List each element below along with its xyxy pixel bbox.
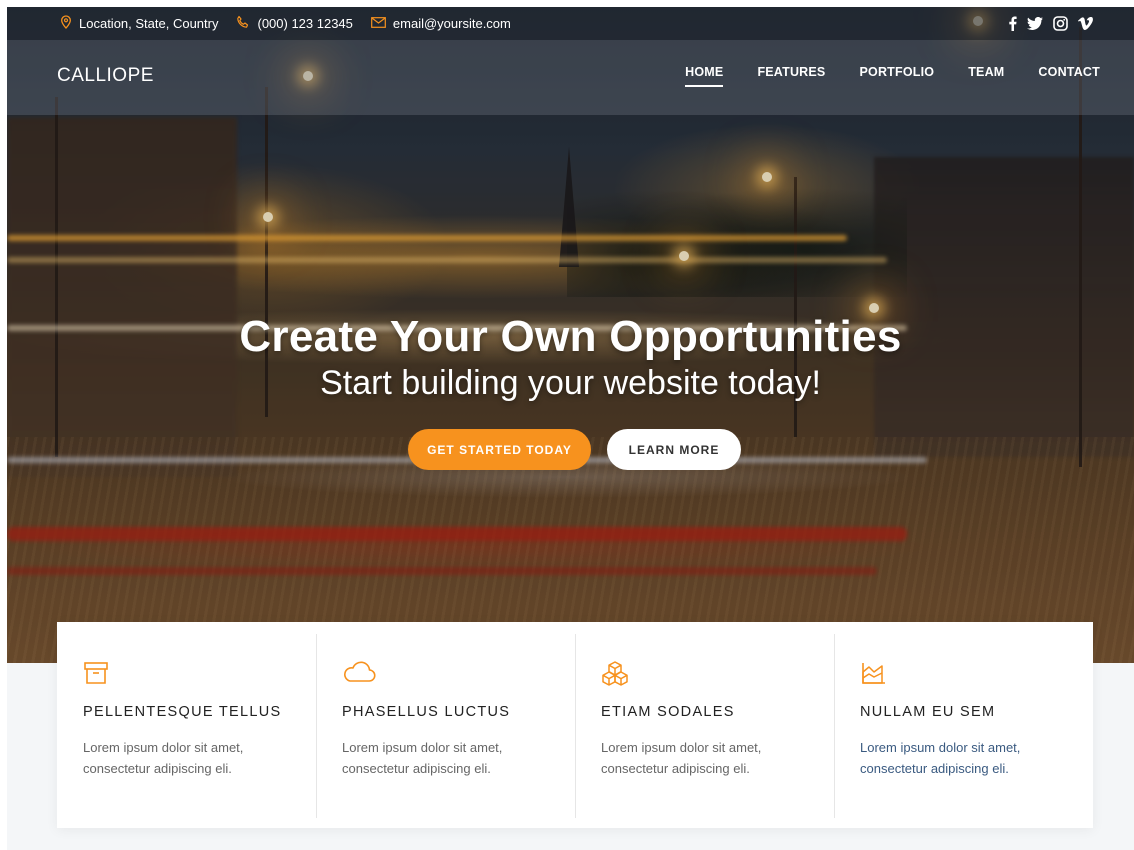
- nav-menu: HOME FEATURES PORTFOLIO TEAM CONTACT: [651, 65, 1100, 87]
- hero-headline: Create Your Own Opportunities: [239, 312, 902, 361]
- cubes-icon: [601, 660, 809, 694]
- nav-item-features[interactable]: FEATURES: [757, 65, 825, 87]
- phone-info[interactable]: (000) 123 12345: [236, 15, 353, 32]
- location-text: Location, State, Country: [79, 16, 219, 31]
- facebook-icon[interactable]: [1008, 16, 1017, 31]
- feature-card: ETIAM SODALES Lorem ipsum dolor sit amet…: [575, 622, 834, 828]
- feature-description-line: Lorem ipsum dolor sit amet,: [342, 740, 503, 755]
- feature-description-line: Lorem ipsum dolor sit amet,: [601, 740, 762, 755]
- feature-title: NULLAM EU SEM: [860, 704, 996, 720]
- feature-description: Lorem ipsum dolor sit amet, consectetur …: [601, 737, 809, 779]
- twitter-icon[interactable]: [1027, 17, 1043, 30]
- feature-description-line: Lorem ipsum dolor sit amet,: [83, 740, 244, 755]
- hero-subheadline: Start building your website today!: [320, 364, 821, 402]
- feature-description: Lorem ipsum dolor sit amet, consectetur …: [860, 737, 1068, 779]
- feature-description-line: Lorem ipsum dolor sit amet,: [860, 740, 1021, 755]
- page-frame: Location, State, Country (000) 123 12345…: [7, 7, 1134, 850]
- social-links: [1008, 7, 1093, 40]
- main-nav: CALLIOPE HOME FEATURES PORTFOLIO TEAM CO…: [7, 40, 1134, 115]
- email-info[interactable]: email@yoursite.com: [371, 16, 511, 31]
- feature-card: NULLAM EU SEM Lorem ipsum dolor sit amet…: [834, 622, 1093, 828]
- nav-item-portfolio[interactable]: PORTFOLIO: [859, 65, 934, 87]
- archive-box-icon: [83, 660, 291, 694]
- email-text: email@yoursite.com: [392, 16, 511, 31]
- instagram-icon[interactable]: [1053, 16, 1068, 31]
- feature-description: Lorem ipsum dolor sit amet, consectetur …: [83, 737, 291, 779]
- phone-icon: [236, 15, 257, 32]
- feature-title: ETIAM SODALES: [601, 704, 735, 720]
- envelope-icon: [371, 16, 393, 31]
- brand-logo[interactable]: CALLIOPE: [57, 65, 154, 87]
- feature-title: PHASELLUS LUCTUS: [342, 704, 511, 720]
- feature-title: PELLENTESQUE TELLUS: [83, 704, 282, 720]
- feature-description-line: consectetur adipiscing eli.: [860, 761, 1009, 776]
- map-pin-icon: [60, 15, 79, 32]
- learn-more-button[interactable]: LEARN MORE: [607, 429, 741, 470]
- cloud-icon: [342, 660, 550, 694]
- get-started-button[interactable]: GET STARTED TODAY: [408, 429, 591, 470]
- nav-item-home[interactable]: HOME: [685, 65, 724, 87]
- phone-text: (000) 123 12345: [257, 16, 353, 31]
- vimeo-icon[interactable]: [1078, 17, 1093, 30]
- feature-card: PHASELLUS LUCTUS Lorem ipsum dolor sit a…: [316, 622, 575, 828]
- nav-item-team[interactable]: TEAM: [968, 65, 1004, 87]
- area-chart-icon: [860, 660, 1068, 694]
- feature-description: Lorem ipsum dolor sit amet, consectetur …: [342, 737, 550, 779]
- top-info-bar: Location, State, Country (000) 123 12345…: [7, 7, 1134, 40]
- feature-card: PELLENTESQUE TELLUS Lorem ipsum dolor si…: [57, 622, 316, 828]
- feature-description-line: consectetur adipiscing eli.: [342, 761, 491, 776]
- location-info: Location, State, Country: [60, 15, 218, 32]
- features-panel: PELLENTESQUE TELLUS Lorem ipsum dolor si…: [57, 622, 1093, 828]
- feature-description-line: consectetur adipiscing eli.: [83, 761, 232, 776]
- feature-description-line: consectetur adipiscing eli.: [601, 761, 750, 776]
- nav-item-contact[interactable]: CONTACT: [1038, 65, 1100, 87]
